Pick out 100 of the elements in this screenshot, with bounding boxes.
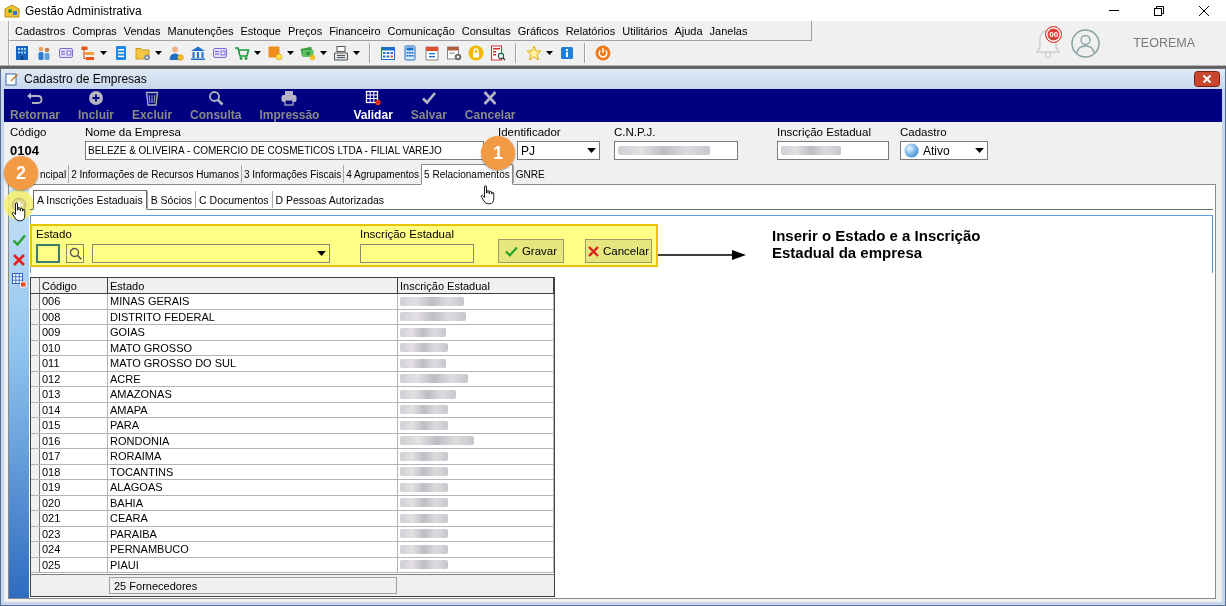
identifier-select[interactable]: PJ — [517, 141, 600, 160]
table-cell: MINAS GERAIS — [108, 294, 398, 309]
caret-icon[interactable] — [254, 51, 261, 55]
row-selector[interactable] — [31, 418, 40, 433]
menu-item[interactable]: Comunicação — [386, 23, 456, 38]
tab[interactable]: ncipal — [38, 165, 69, 183]
calendar-grid-icon[interactable] — [380, 45, 396, 61]
state-code-field[interactable] — [36, 244, 60, 263]
row-selector[interactable] — [31, 402, 40, 417]
table-cell: PARAIBA — [108, 526, 398, 541]
row-selector[interactable] — [31, 340, 40, 355]
row-selector[interactable] — [31, 309, 40, 324]
cnpj-field[interactable] — [614, 141, 738, 160]
status-select[interactable]: Ativo — [900, 141, 988, 160]
menu-item[interactable]: Ajuda — [673, 23, 704, 38]
check-icon[interactable] — [11, 232, 27, 248]
cross-icon[interactable] — [11, 252, 27, 268]
caret-icon[interactable] — [586, 148, 596, 153]
menu-item[interactable]: Consultas — [460, 23, 512, 38]
money-icon[interactable] — [300, 45, 316, 61]
building-icon[interactable] — [14, 45, 30, 61]
row-selector[interactable] — [31, 557, 40, 572]
grid-icon[interactable] — [11, 272, 27, 288]
cancel-button[interactable]: Cancelar — [585, 239, 652, 263]
calendar-icon[interactable] — [424, 45, 440, 61]
field-label: C.N.P.J. — [614, 125, 657, 139]
menu-item[interactable]: Relatórios — [564, 23, 617, 38]
action-button[interactable]: Validar — [353, 89, 393, 122]
row-selector[interactable] — [31, 542, 40, 557]
tab[interactable]: 5 Relacionamentos — [421, 164, 513, 185]
tab[interactable]: 3 Informações Fiscais — [241, 165, 344, 183]
state-registration-field[interactable] — [777, 141, 889, 160]
row-selector[interactable] — [31, 526, 40, 541]
star-icon[interactable] — [526, 45, 542, 61]
tab[interactable]: 2 Informações de Recursos Humanos — [68, 165, 241, 183]
table-cell: RONDONIA — [108, 433, 398, 448]
registration-field[interactable] — [360, 244, 474, 263]
close-icon[interactable] — [1194, 71, 1220, 87]
row-selector[interactable] — [31, 464, 40, 479]
calculator-icon[interactable] — [402, 45, 418, 61]
close-icon[interactable] — [1198, 5, 1209, 16]
person-icon[interactable] — [168, 45, 184, 61]
caret-icon[interactable] — [974, 148, 984, 153]
company-name-field[interactable]: BELEZE & OLIVEIRA - COMERCIO DE COSMETICOS LTDA - FILIAL VAREJO — [85, 141, 484, 160]
row-selector[interactable] — [31, 480, 40, 495]
table-cell: 023 — [40, 526, 108, 541]
row-selector[interactable] — [31, 511, 40, 526]
menu-item[interactable]: Gráficos — [516, 23, 560, 38]
caret-icon[interactable] — [155, 51, 162, 55]
check-icon — [504, 245, 518, 257]
caret-icon[interactable] — [353, 51, 360, 55]
menu-item[interactable]: Vendas — [122, 23, 162, 38]
row-selector[interactable] — [31, 433, 40, 448]
caret-icon[interactable] — [316, 251, 326, 256]
table-cell: MATO GROSSO — [108, 340, 398, 355]
menu-item[interactable]: Utilitários — [621, 23, 669, 38]
field-label: Estado — [36, 227, 73, 241]
menu-item[interactable]: Cadastros — [14, 23, 67, 38]
row-selector[interactable] — [31, 449, 40, 464]
row-selector[interactable] — [31, 325, 40, 340]
menu-item[interactable]: Janelas — [708, 23, 749, 38]
menu-item[interactable]: Preços — [286, 23, 324, 38]
row-selector[interactable] — [31, 387, 40, 402]
report-icon[interactable] — [490, 45, 506, 61]
people-icon[interactable] — [36, 45, 52, 61]
row-selector[interactable] — [31, 495, 40, 510]
table-cell: PARA — [108, 418, 398, 433]
caret-icon[interactable] — [287, 51, 294, 55]
table-cell: TOCANTINS — [108, 464, 398, 479]
row-selector[interactable] — [31, 356, 40, 371]
search-button[interactable] — [66, 244, 84, 263]
caret-icon[interactable] — [100, 51, 107, 55]
subtab[interactable]: D Pessoas Autorizadas — [271, 191, 388, 208]
subtab[interactable]: A Inscrições Estaduais — [33, 190, 147, 210]
document-icon[interactable] — [113, 45, 129, 61]
menu-item[interactable]: Financeiro — [328, 23, 382, 38]
row-selector[interactable] — [31, 294, 40, 309]
card-icon[interactable] — [212, 45, 228, 61]
calendar-gear-icon[interactable] — [446, 45, 462, 61]
minimize-icon[interactable] — [1108, 10, 1119, 11]
menu-item[interactable]: Compras — [71, 23, 118, 38]
menu-item[interactable]: Estoque — [239, 23, 282, 38]
menu-item[interactable]: Manutenções — [166, 23, 235, 38]
tab[interactable]: GNRE — [512, 165, 547, 183]
save-button[interactable]: Gravar — [498, 239, 564, 263]
table-cell: 020 — [40, 495, 108, 510]
restore-icon[interactable] — [1153, 5, 1164, 16]
subtab[interactable]: C Documentos — [195, 191, 272, 208]
info-icon[interactable] — [559, 45, 575, 61]
bank-icon[interactable] — [190, 45, 206, 61]
subtab[interactable]: B Sócios — [146, 191, 196, 208]
caret-icon[interactable] — [546, 51, 553, 55]
user-avatar-icon[interactable] — [1071, 28, 1101, 58]
printer-icon[interactable] — [333, 45, 349, 61]
search-icon — [68, 247, 82, 260]
card-icon[interactable] — [58, 45, 74, 61]
power-icon[interactable] — [595, 45, 611, 61]
caret-icon[interactable] — [320, 51, 327, 55]
table-cell: AMAZONAS — [108, 387, 398, 402]
row-selector[interactable] — [31, 371, 40, 386]
